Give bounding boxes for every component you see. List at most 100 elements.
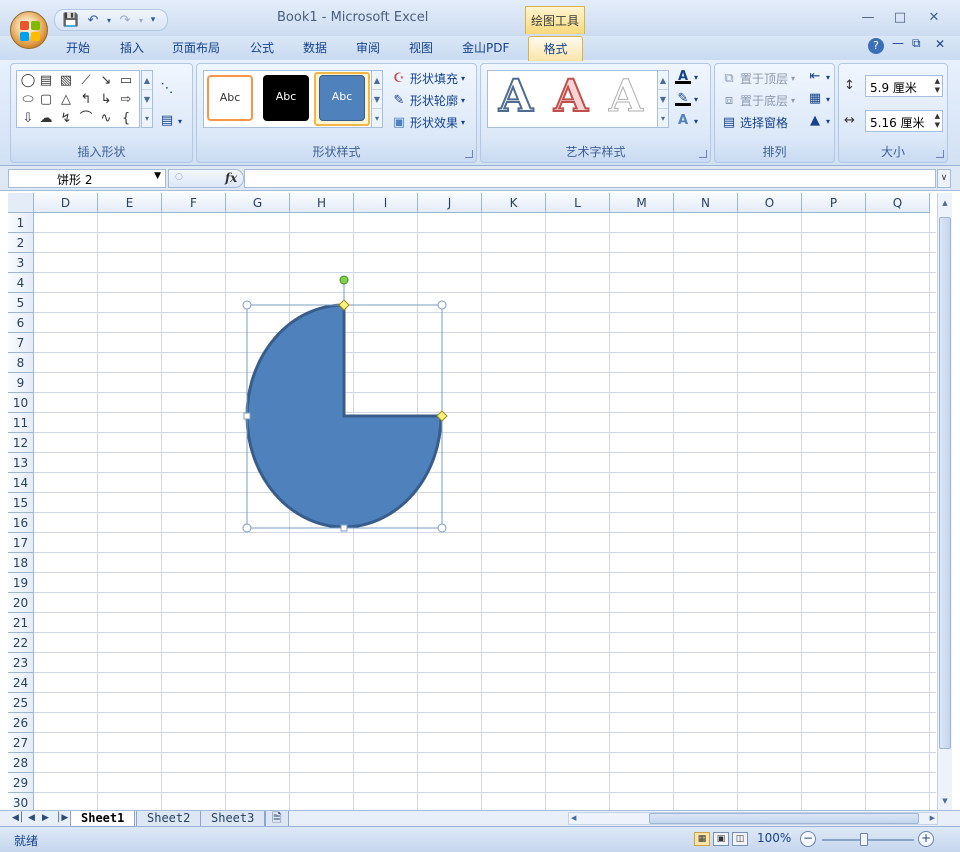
shape-fill-button[interactable]: ☪ 形状填充 ▾	[391, 70, 465, 87]
row-header[interactable]: 21	[8, 613, 34, 633]
row-header[interactable]: 22	[8, 633, 34, 653]
row-header[interactable]: 12	[8, 433, 34, 453]
down-arrow-shape-icon[interactable]: ⇩	[19, 110, 37, 127]
row-header[interactable]: 19	[8, 573, 34, 593]
tab-kingsoft-pdf[interactable]: 金山PDF	[462, 39, 509, 56]
resize-handle-top-right[interactable]	[437, 300, 447, 310]
scroll-down-icon[interactable]: ▼	[939, 795, 951, 807]
column-header[interactable]: M	[610, 193, 674, 213]
arrow-line-shape-icon[interactable]: ↘	[97, 72, 115, 89]
row-header[interactable]: 10	[8, 393, 34, 413]
sheet-tab-3[interactable]: Sheet3	[200, 811, 266, 827]
wordart-up-icon[interactable]: ▲	[658, 71, 668, 90]
elbow-arrow-shape-icon[interactable]: ↳	[97, 91, 115, 108]
oval-shape-icon[interactable]: ⬭	[19, 91, 37, 108]
row-header[interactable]: 14	[8, 473, 34, 493]
style-orange-outline[interactable]: Abc	[207, 75, 253, 121]
tab-format[interactable]: 格式	[528, 36, 583, 61]
wordart-style-3[interactable]: A	[601, 71, 651, 122]
gallery-more-icon[interactable]: ▾	[142, 109, 152, 128]
bring-to-front-button[interactable]: ⧉ 置于顶层 ▾	[721, 70, 795, 87]
expand-formula-bar-icon[interactable]: ∨	[937, 169, 951, 188]
maximize-icon[interactable]: □	[888, 10, 912, 26]
wordart-scroll[interactable]: ▲ ▼ ▾	[657, 70, 669, 128]
row-header[interactable]: 18	[8, 553, 34, 573]
group-button[interactable]: ▦ ▾	[807, 92, 830, 106]
arc-shape-icon[interactable]: ⌒	[77, 110, 95, 127]
row-header[interactable]: 26	[8, 713, 34, 733]
column-header[interactable]: Q	[866, 193, 930, 213]
office-button[interactable]	[10, 11, 48, 49]
vertical-scroll-thumb[interactable]	[939, 217, 951, 749]
close-icon[interactable]: ✕	[922, 10, 946, 26]
brace-shape-icon[interactable]: {	[117, 110, 135, 127]
shape-effects-button[interactable]: ▣ 形状效果 ▾	[391, 114, 465, 131]
scroll-right-icon[interactable]: ▶	[930, 813, 935, 824]
column-header[interactable]: D	[34, 193, 98, 213]
tab-review[interactable]: 审阅	[356, 39, 380, 56]
zoom-in-icon[interactable]: +	[918, 831, 934, 847]
select-all-corner[interactable]	[8, 193, 34, 213]
column-header[interactable]: O	[738, 193, 802, 213]
textbox-shape-icon[interactable]: ▤	[37, 72, 55, 89]
zoom-slider-track[interactable]	[822, 839, 914, 841]
redo-dropdown-icon[interactable]: ▾	[137, 11, 145, 29]
workbook-restore-icon[interactable]: ⧉	[912, 36, 921, 51]
cloud-shape-icon[interactable]: ☁	[37, 110, 55, 127]
textbox-dropdown-icon[interactable]: ▤ ▾	[159, 114, 182, 128]
row-header[interactable]: 7	[8, 333, 34, 353]
tab-view[interactable]: 视图	[409, 39, 433, 56]
row-header[interactable]: 6	[8, 313, 34, 333]
column-header[interactable]: L	[546, 193, 610, 213]
column-header[interactable]: J	[418, 193, 482, 213]
sheet-tab-1[interactable]: Sheet1	[70, 811, 136, 827]
row-header[interactable]: 29	[8, 773, 34, 793]
gallery-up-icon[interactable]: ▲	[142, 71, 152, 90]
curve-shape-icon[interactable]: ∿	[97, 110, 115, 127]
rounded-rect-shape-icon[interactable]: ▢	[37, 91, 55, 108]
row-header[interactable]: 28	[8, 753, 34, 773]
wordart-style-2[interactable]: A	[546, 71, 596, 123]
row-header[interactable]: 13	[8, 453, 34, 473]
block-arrow-shape-icon[interactable]: ⇨	[117, 91, 135, 108]
row-header[interactable]: 30	[8, 793, 34, 810]
column-header[interactable]: N	[674, 193, 738, 213]
styles-down-icon[interactable]: ▼	[372, 90, 382, 109]
row-header[interactable]: 11	[8, 413, 34, 433]
edit-shape-icon[interactable]: ⋱	[159, 82, 175, 96]
zoom-out-icon[interactable]: −	[800, 831, 816, 847]
wordart-launcher-icon[interactable]	[699, 150, 707, 158]
chevron-down-icon[interactable]: ▼	[154, 171, 161, 181]
elbow-connector-shape-icon[interactable]: ↰	[77, 91, 95, 108]
undo-icon[interactable]: ↶	[83, 11, 103, 29]
row-header[interactable]: 8	[8, 353, 34, 373]
undo-dropdown-icon[interactable]: ▾	[105, 11, 113, 29]
height-spinner-icon[interactable]: ▲ ▼	[935, 77, 940, 95]
size-launcher-icon[interactable]	[936, 150, 944, 158]
shape-styles-launcher-icon[interactable]	[465, 150, 473, 158]
sheet-tab-2[interactable]: Sheet2	[136, 811, 202, 827]
text-effects-button[interactable]: A ▾	[675, 114, 698, 128]
text-outline-button[interactable]: ✎ ▾	[675, 92, 698, 106]
tab-home[interactable]: 开始	[66, 39, 90, 56]
rotate-button[interactable]: ▲ ▾	[807, 114, 830, 128]
normal-view-icon[interactable]: ▦	[694, 832, 710, 846]
column-header[interactable]: K	[482, 193, 546, 213]
row-header[interactable]: 3	[8, 253, 34, 273]
customize-qat-icon[interactable]: ▾	[147, 11, 159, 29]
column-header[interactable]: G	[226, 193, 290, 213]
tab-formulas[interactable]: 公式	[250, 39, 274, 56]
resize-handle-bottom-left[interactable]	[242, 523, 252, 533]
zoom-slider-thumb[interactable]	[860, 833, 868, 846]
shape-styles-scroll[interactable]: ▲ ▼ ▾	[371, 70, 383, 128]
triangle-shape-icon[interactable]: △	[57, 91, 75, 108]
resize-handle-bottom[interactable]	[340, 524, 348, 532]
cell-grid[interactable]	[34, 213, 936, 810]
lightning-shape-icon[interactable]: ↯	[57, 110, 75, 127]
tab-insert[interactable]: 插入	[120, 39, 144, 56]
wordart-style-1[interactable]: A	[491, 71, 541, 123]
scroll-up-icon[interactable]: ▲	[939, 197, 951, 209]
row-header[interactable]: 2	[8, 233, 34, 253]
row-header[interactable]: 25	[8, 693, 34, 713]
column-header[interactable]: H	[290, 193, 354, 213]
